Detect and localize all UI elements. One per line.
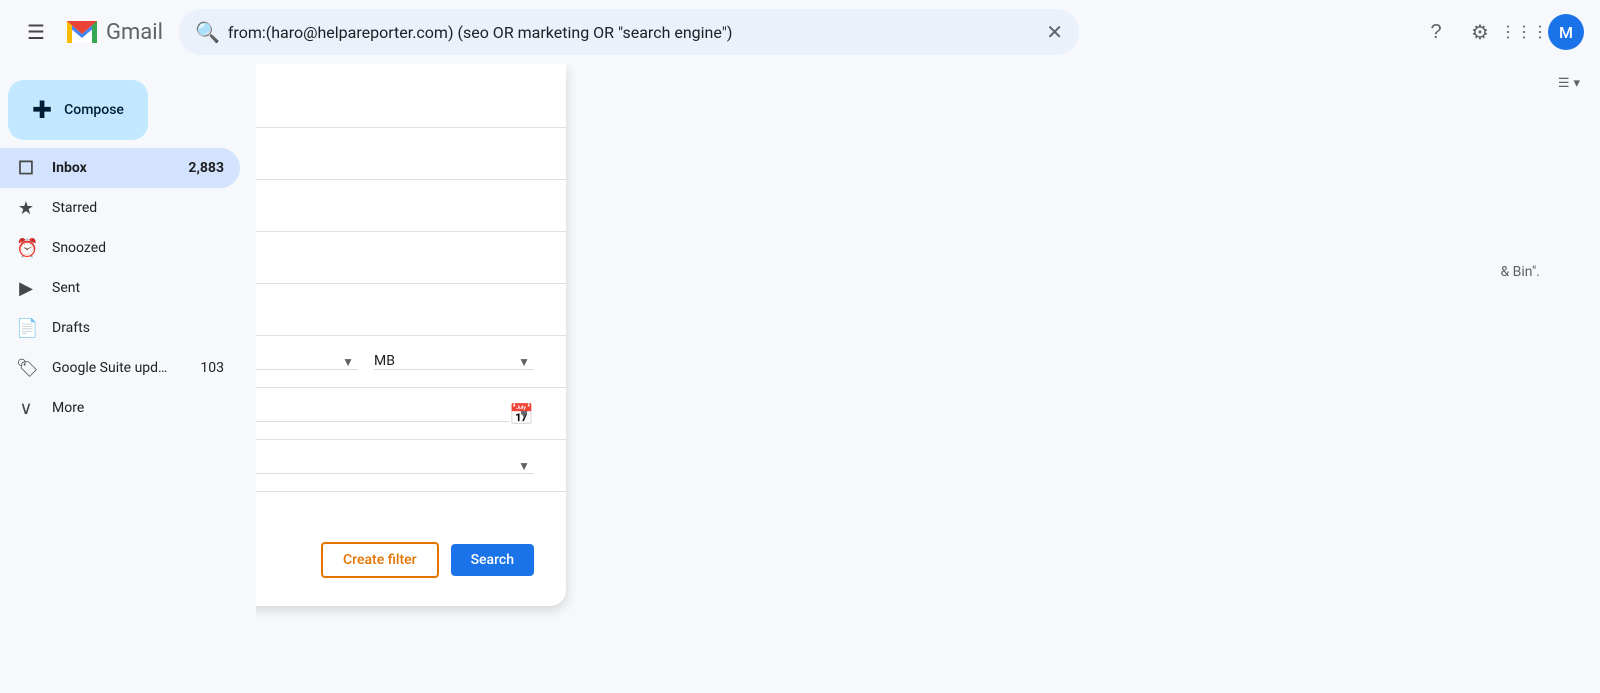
sidebar: ✚ Compose ☐ Inbox 2,883 ★ Starred ⏰ Snoo… [0, 64, 256, 693]
date-select[interactable]: 1 day 3 days 1 week 2 weeks 1 month 2 mo… [256, 405, 509, 422]
sidebar-item-starred[interactable]: ★ Starred [0, 188, 240, 228]
starred-icon: ★ [16, 198, 36, 219]
avatar[interactable]: M [1548, 14, 1584, 50]
drafts-icon: 📄 [16, 318, 36, 339]
app-name: Gmail [106, 20, 163, 45]
google-suite-count: 103 [200, 360, 224, 376]
more-label: More [52, 400, 224, 416]
size-comparison-select[interactable]: greater than less than [256, 353, 358, 370]
search-clear-icon[interactable]: ✕ [1046, 20, 1063, 44]
search-icon: 🔍 [195, 20, 220, 44]
topbar-right: ? ⚙ ⋮⋮⋮ M [1416, 12, 1584, 52]
filter-row-from: From [256, 76, 566, 128]
filter-row-subject: Subject [256, 180, 566, 232]
sidebar-item-more[interactable]: ∨ More [0, 388, 240, 428]
search-scope-wrapper: All Mail Inbox Starred Sent Drafts Spam … [256, 457, 534, 474]
doesnt-have-input[interactable] [256, 302, 534, 318]
sidebar-item-inbox[interactable]: ☐ Inbox 2,883 [0, 148, 240, 188]
main-layout: ✚ Compose ☐ Inbox 2,883 ★ Starred ⏰ Snoo… [0, 64, 1600, 693]
size-unit-wrapper: MB KB Bytes ▼ [374, 353, 534, 370]
starred-label: Starred [52, 200, 224, 216]
filter-row-checkboxes: Has attachment Don't include chats [256, 492, 566, 534]
drafts-label: Drafts [52, 320, 224, 336]
filter-row-doesnt-have: Doesn't have [256, 284, 566, 336]
logo: Gmail [64, 14, 163, 50]
label-icon: 🏷 [16, 358, 36, 379]
sort-chevron-icon: ▾ [1573, 76, 1580, 91]
sidebar-item-snoozed[interactable]: ⏰ Snoozed [0, 228, 240, 268]
filter-row-includes: Includes the words [256, 232, 566, 284]
filter-row-to: To [256, 128, 566, 180]
more-icon: ∨ [16, 398, 36, 419]
search-button[interactable]: Search [451, 544, 534, 576]
search-scope-select[interactable]: All Mail Inbox Starred Sent Drafts Spam … [256, 457, 534, 474]
google-suite-label: Google Suite upd… [52, 360, 184, 376]
to-input[interactable] [256, 146, 534, 162]
size-comparison-wrapper: greater than less than ▼ [256, 353, 358, 370]
search-input[interactable] [228, 23, 1038, 42]
gmail-logo [64, 14, 100, 50]
settings-button[interactable]: ⚙ [1460, 12, 1500, 52]
sidebar-item-google-suite[interactable]: 🏷 Google Suite upd… 103 [0, 348, 240, 388]
subject-input[interactable] [256, 198, 534, 214]
menu-icon[interactable]: ☰ [16, 12, 56, 52]
search-bar: 🔍 ✕ [179, 9, 1079, 55]
inbox-label: Inbox [52, 160, 172, 176]
snoozed-icon: ⏰ [16, 238, 36, 259]
compose-plus-icon: ✚ [32, 96, 52, 124]
help-button[interactable]: ? [1416, 12, 1456, 52]
snoozed-label: Snoozed [52, 240, 224, 256]
content-area: From To Subject Includes the words Doesn… [256, 64, 1600, 693]
inbox-icon: ☐ [16, 158, 36, 179]
apps-button[interactable]: ⋮⋮⋮ [1504, 12, 1544, 52]
topbar: ☰ Gmail 🔍 ✕ ? ⚙ ⋮⋮⋮ M [0, 0, 1600, 64]
create-filter-button[interactable]: Create filter [321, 542, 439, 578]
from-input[interactable] [256, 94, 534, 110]
compose-label: Compose [64, 102, 124, 118]
sent-icon: ▶ [16, 278, 36, 299]
size-unit-select[interactable]: MB KB Bytes [374, 353, 534, 370]
compose-button[interactable]: ✚ Compose [8, 80, 148, 140]
bin-text: & Bin". [1500, 264, 1540, 280]
sidebar-item-drafts[interactable]: 📄 Drafts [0, 308, 240, 348]
includes-input[interactable] [256, 250, 534, 266]
inbox-count: 2,883 [188, 160, 224, 176]
action-row: Create filter Search [256, 534, 566, 586]
sort-icon: ☰ [1558, 76, 1570, 91]
search-filter-dropdown: From To Subject Includes the words Doesn… [256, 64, 566, 606]
date-select-wrapper: 1 day 3 days 1 week 2 weeks 1 month 2 mo… [256, 402, 534, 426]
filter-row-date: Date within 1 day 3 days 1 week 2 weeks … [256, 388, 566, 440]
sidebar-item-sent[interactable]: ▶ Sent [0, 268, 240, 308]
search-bar-container: 🔍 ✕ [179, 9, 1079, 55]
sort-label[interactable]: ☰ ▾ [1558, 76, 1580, 91]
filter-row-search-scope: Search All Mail Inbox Starred Sent Draft… [256, 440, 566, 492]
sent-label: Sent [52, 280, 224, 296]
filter-row-size: Size greater than less than ▼ MB KB Byte… [256, 336, 566, 388]
calendar-icon[interactable]: 📅 [509, 402, 534, 426]
